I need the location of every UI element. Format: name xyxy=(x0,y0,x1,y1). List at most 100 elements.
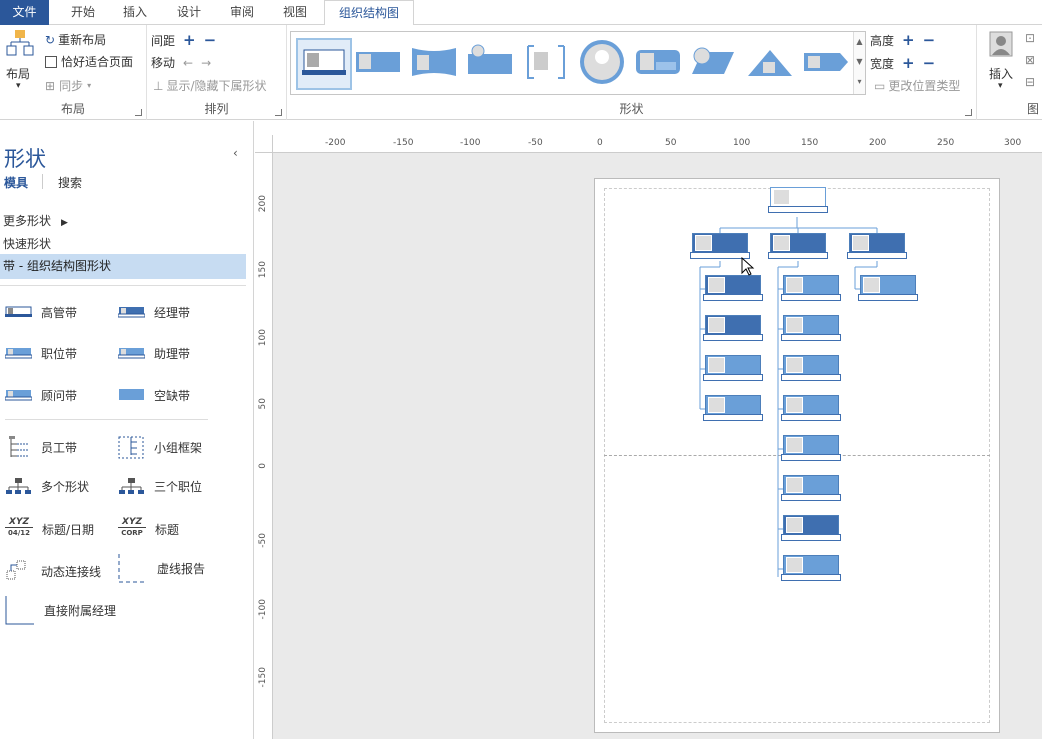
layout-label: 布局 xyxy=(6,67,31,81)
move-left-icon[interactable]: ← xyxy=(183,56,193,70)
stencil-item-position[interactable]: 职位带 xyxy=(4,344,78,362)
org-node-position[interactable] xyxy=(781,515,841,541)
stencil-item-dotted-line[interactable]: 虚线报告 xyxy=(118,553,205,583)
shape-style-1[interactable] xyxy=(296,38,352,90)
stencil-item-three-positions[interactable]: 三个职位 xyxy=(118,477,202,495)
org-node-position[interactable] xyxy=(703,355,763,381)
org-node-position[interactable] xyxy=(703,275,763,301)
shape-style-2[interactable] xyxy=(352,38,408,90)
three-positions-icon xyxy=(118,477,145,495)
org-node-position[interactable] xyxy=(781,555,841,581)
group-launcher-icon[interactable] xyxy=(275,109,282,116)
more-shapes-menu[interactable]: 更多形状 ▶ xyxy=(3,212,68,229)
tab-review[interactable]: 审阅 xyxy=(219,0,265,25)
stencil-item-label: 标题/日期 xyxy=(42,522,95,537)
stencil-item-team-frame[interactable]: 小组框架 xyxy=(118,435,202,459)
stencil-item-label: 直接附属经理 xyxy=(44,603,117,618)
tab-stencils[interactable]: 模具 xyxy=(4,174,28,191)
group-launcher-icon[interactable] xyxy=(965,109,972,116)
insert-label[interactable]: 插入 xyxy=(989,65,1013,82)
org-node-position[interactable] xyxy=(781,475,841,501)
layout-dropdown-icon[interactable]: ▾ xyxy=(16,81,21,91)
drawing-canvas[interactable] xyxy=(273,153,1042,739)
assistant-band-icon xyxy=(117,344,146,362)
tab-home[interactable]: 开始 xyxy=(60,0,106,25)
org-node-position[interactable] xyxy=(703,395,763,421)
divider xyxy=(5,419,208,420)
shape-style-7[interactable] xyxy=(632,38,688,90)
shape-style-9[interactable] xyxy=(744,38,800,90)
org-node-position[interactable] xyxy=(781,435,841,461)
spacing-decrease-icon[interactable]: − xyxy=(204,31,217,49)
quick-shapes-item[interactable]: 快速形状 xyxy=(3,235,51,252)
org-node-position[interactable] xyxy=(781,275,841,301)
width-decrease-icon[interactable]: − xyxy=(923,54,936,72)
height-decrease-icon[interactable]: − xyxy=(923,31,936,49)
stencil-item-staff[interactable]: 员工带 xyxy=(5,435,77,459)
change-position-type-button[interactable]: ▭ 更改位置类型 xyxy=(874,77,960,94)
stencil-item-direct-manager[interactable]: 直接附属经理 xyxy=(5,595,116,625)
relayout-label: 重新布局 xyxy=(58,33,107,47)
org-node-manager[interactable] xyxy=(768,233,828,259)
org-node-position[interactable] xyxy=(858,275,918,301)
tab-design[interactable]: 设计 xyxy=(166,0,212,25)
best-fit-label: 恰好适合页面 xyxy=(61,55,134,69)
shape-style-3[interactable] xyxy=(408,38,464,90)
shape-style-8[interactable] xyxy=(688,38,744,90)
relayout-button[interactable]: ↻ 重新布局 xyxy=(45,31,106,48)
spacing-increase-icon[interactable]: + xyxy=(183,31,196,49)
stencil-item-title-date[interactable]: XYZ 04/12 标题/日期 xyxy=(5,517,94,541)
stencil-item-label: 助理带 xyxy=(154,346,191,361)
layout-icon xyxy=(6,30,34,56)
shape-style-5[interactable] xyxy=(520,38,576,90)
insert-picture-icon[interactable] xyxy=(989,31,1013,57)
stencil-item-assistant[interactable]: 助理带 xyxy=(117,344,191,362)
org-node-manager[interactable] xyxy=(690,233,750,259)
stencil-item-title[interactable]: XYZ CORP 标题 xyxy=(118,517,179,541)
shape-style-gallery: ▲ ▼ ▾ xyxy=(290,31,866,95)
drawing-page[interactable] xyxy=(594,178,1000,733)
org-node-position[interactable] xyxy=(781,355,841,381)
shape-style-10[interactable] xyxy=(800,38,856,90)
shape-style-4[interactable] xyxy=(464,38,520,90)
layout-button[interactable] xyxy=(4,29,36,61)
position-type-icon: ▭ xyxy=(874,78,886,93)
scroll-up-icon: ▲ xyxy=(856,37,863,46)
stencil-item-label: 职位带 xyxy=(41,346,78,361)
stencil-item-label: 小组框架 xyxy=(154,440,203,455)
picture-options-icon[interactable]: ⊟ xyxy=(1025,75,1035,89)
gallery-scrollbar[interactable]: ▲ ▼ ▾ xyxy=(853,32,865,94)
delete-picture-icon[interactable]: ⊠ xyxy=(1025,53,1035,67)
stencil-item-consultant[interactable]: 顾问带 xyxy=(4,386,77,404)
org-node-position[interactable] xyxy=(781,315,841,341)
stencil-item-multiple[interactable]: 多个形状 xyxy=(5,477,89,495)
group-launcher-icon[interactable] xyxy=(135,109,142,116)
show-hide-label: 显示/隐藏下属形状 xyxy=(166,79,267,93)
tab-view[interactable]: 视图 xyxy=(272,0,318,25)
tab-insert[interactable]: 插入 xyxy=(112,0,158,25)
tab-org-chart[interactable]: 组织结构图 xyxy=(324,0,414,26)
height-increase-icon[interactable]: + xyxy=(902,31,915,49)
shape-style-6[interactable] xyxy=(576,38,632,90)
stencil-item-manager[interactable]: 经理带 xyxy=(117,303,190,321)
width-label: 宽度 xyxy=(870,56,895,71)
stencil-item-dynamic-connector[interactable]: 动态连接线 xyxy=(5,559,101,583)
insert-dropdown-icon[interactable]: ▾ xyxy=(998,81,1003,91)
org-node-manager[interactable] xyxy=(847,233,907,259)
stencil-item-executive[interactable]: 高管带 xyxy=(5,303,77,321)
stencil-org-chart-band[interactable]: 带 - 组织结构图形状 xyxy=(0,254,246,279)
show-hide-subordinates-button[interactable]: ⊥ 显示/隐藏下属形状 xyxy=(153,77,267,94)
stencil-item-vacancy[interactable]: 空缺带 xyxy=(118,386,190,404)
shapes-pane-title: 形状 xyxy=(4,147,46,171)
sync-button[interactable]: ⊞ 同步 ▾ xyxy=(45,77,91,94)
org-node-ceo[interactable] xyxy=(768,187,828,213)
org-node-position[interactable] xyxy=(781,395,841,421)
move-right-icon[interactable]: → xyxy=(201,56,211,70)
change-picture-icon[interactable]: ⊡ xyxy=(1025,31,1035,45)
tab-file[interactable]: 文件 xyxy=(0,0,49,25)
org-node-position[interactable] xyxy=(703,315,763,341)
best-fit-button[interactable]: 恰好适合页面 xyxy=(45,53,133,70)
tab-search[interactable]: 搜索 xyxy=(58,174,82,191)
width-increase-icon[interactable]: + xyxy=(902,54,915,72)
collapse-pane-icon[interactable]: ‹ xyxy=(233,146,238,160)
